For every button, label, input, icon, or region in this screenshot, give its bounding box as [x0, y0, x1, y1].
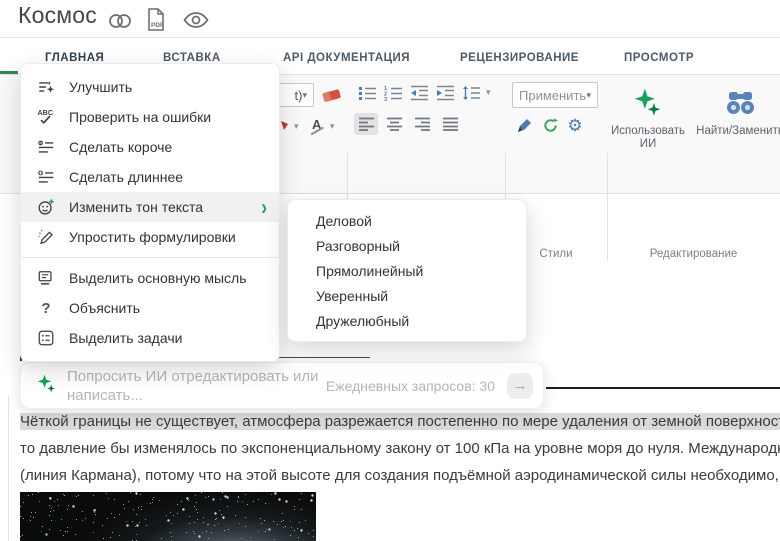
shorten-icon	[36, 138, 56, 156]
tab-review[interactable]: РЕЦЕНЗИРОВАНИЕ	[460, 52, 579, 64]
submenu-item-straightforward[interactable]: Прямолинейный	[288, 258, 526, 283]
editing-group-label: Редактирование	[649, 248, 738, 260]
document-image[interactable]	[20, 492, 316, 541]
menu-item-explain[interactable]: ? Объяснить	[21, 293, 279, 323]
menu-item-simplify[interactable]: Упростить формулировки	[21, 222, 279, 252]
increase-indent-icon[interactable]	[434, 83, 456, 103]
header-divider	[0, 37, 780, 38]
align-left-icon[interactable]	[354, 113, 378, 135]
paragraph-line-3[interactable]: (линия Кармана), потому что на этой высо…	[20, 462, 780, 489]
pdf-export-icon[interactable]: PDF	[145, 7, 167, 38]
tone-icon	[36, 198, 56, 216]
send-prompt-button[interactable]: →	[507, 372, 533, 399]
line-spacing-arrow-icon[interactable]: ▾	[486, 87, 491, 98]
document-horizontal-rule	[546, 387, 780, 389]
stars-layer	[20, 492, 21, 493]
align-justify-icon[interactable]	[438, 113, 462, 135]
menu-divider	[21, 257, 279, 258]
tab-view[interactable]: ПРОСМОТР	[624, 52, 694, 64]
explain-icon: ?	[41, 299, 51, 317]
combo-arrow-icon: ▾	[586, 89, 591, 100]
highlight-color-icon[interactable]: A	[310, 117, 324, 135]
menu-item-shorten[interactable]: Сделать короче	[21, 132, 279, 162]
spellcheck-icon: ABC	[36, 108, 56, 126]
submenu-item-business[interactable]: Деловой	[288, 208, 526, 233]
svg-text:3: 3	[384, 97, 387, 101]
group-separator	[607, 153, 608, 261]
document-title: Космос	[18, 2, 97, 28]
combo-arrow-icon: ▾	[302, 89, 307, 100]
style-pen-icon[interactable]	[514, 115, 534, 135]
font-color-arrow-icon[interactable]: ▾	[294, 121, 299, 132]
simplify-icon	[36, 228, 56, 246]
numbered-list-icon[interactable]: 123	[382, 83, 404, 103]
paragraph-line-1[interactable]: Чёткой границы не существует, атмосфера …	[20, 408, 780, 435]
svg-text:PDF: PDF	[151, 22, 164, 29]
prompt-sparkle-icon	[35, 372, 57, 399]
menu-item-improve[interactable]: Улучшить	[21, 72, 279, 102]
main-idea-icon	[36, 269, 56, 287]
menu-item-label: Улучшить	[69, 79, 133, 95]
refresh-style-icon[interactable]	[540, 115, 560, 135]
menu-item-label: Упростить формулировки	[69, 229, 236, 245]
submenu-item-conversational[interactable]: Разговорный	[288, 233, 526, 258]
page-edge-line	[8, 396, 9, 541]
menu-item-label: Сделать длиннее	[69, 169, 184, 185]
submenu-item-confident[interactable]: Уверенный	[288, 283, 526, 308]
apply-style-combo[interactable]: Применить ▾	[512, 82, 598, 108]
eye-icon[interactable]	[182, 10, 210, 35]
menu-item-label: Выделить задачи	[69, 330, 183, 346]
submenu-chevron-icon: ›	[261, 194, 267, 220]
menu-item-lengthen[interactable]: Сделать длиннее	[21, 162, 279, 192]
align-center-icon[interactable]	[382, 113, 406, 135]
menu-item-label: Изменить тон текста	[69, 199, 204, 215]
menu-item-change-tone[interactable]: Изменить тон текста ›	[21, 192, 279, 222]
menu-item-extract-tasks[interactable]: Выделить задачи	[21, 323, 279, 353]
prompt-input-placeholder[interactable]: Попросить ИИ отредактировать или написат…	[67, 367, 319, 405]
menu-item-label: Выделить основную мысль	[69, 270, 247, 286]
tone-submenu: Деловой Разговорный Прямолинейный Уверен…	[287, 199, 527, 342]
line-spacing-icon[interactable]	[460, 83, 482, 103]
style-settings-gear-icon[interactable]: ⚙	[564, 114, 586, 136]
ai-sparkles-icon[interactable]	[630, 85, 664, 119]
decrease-indent-icon[interactable]	[408, 83, 430, 103]
highlight-arrow-icon[interactable]: ▾	[330, 121, 335, 132]
ai-actions-menu: Улучшить ABC Проверить на ошибки Сделать…	[20, 63, 280, 362]
paragraph-line-2[interactable]: то давление бы изменялось по экспоненциа…	[20, 435, 780, 462]
menu-item-label: Сделать короче	[69, 139, 173, 155]
find-replace-button[interactable]: Найти/Заменить	[688, 125, 780, 138]
use-ai-button[interactable]: Использовать ИИ	[610, 125, 686, 151]
align-right-icon[interactable]	[410, 113, 434, 135]
menu-item-main-idea[interactable]: Выделить основную мысль	[21, 263, 279, 293]
menu-item-spellcheck[interactable]: ABC Проверить на ошибки	[21, 102, 279, 132]
bullet-list-icon[interactable]	[356, 83, 378, 103]
link-icon[interactable]	[106, 10, 134, 37]
font-color-icon[interactable]	[279, 117, 291, 133]
tab-api-docs[interactable]: API ДОКУМЕНТАЦИЯ	[283, 52, 410, 64]
menu-item-label: Объяснить	[69, 300, 141, 316]
improve-icon	[36, 78, 56, 96]
document-paragraph[interactable]: Чёткой границы не существует, атмосфера …	[20, 408, 780, 489]
menu-item-label: Проверить на ошибки	[69, 109, 212, 125]
tasks-icon	[36, 329, 56, 347]
selected-text[interactable]: Чёткой границы не существует, атмосфера …	[20, 413, 780, 430]
eraser-icon[interactable]	[319, 84, 345, 106]
submenu-item-friendly[interactable]: Дружелюбный	[288, 308, 526, 333]
svg-text:ABC: ABC	[37, 108, 53, 117]
editor-window: Космос PDF ГЛАВНАЯ ВСТАВКА API ДОКУМЕНТА…	[0, 0, 780, 541]
daily-requests-counter: Ежедневных запросов: 30	[325, 377, 495, 394]
lengthen-icon	[36, 168, 56, 186]
ai-prompt-bar[interactable]: Попросить ИИ отредактировать или написат…	[20, 362, 544, 409]
find-replace-binoculars-icon[interactable]	[723, 87, 757, 117]
